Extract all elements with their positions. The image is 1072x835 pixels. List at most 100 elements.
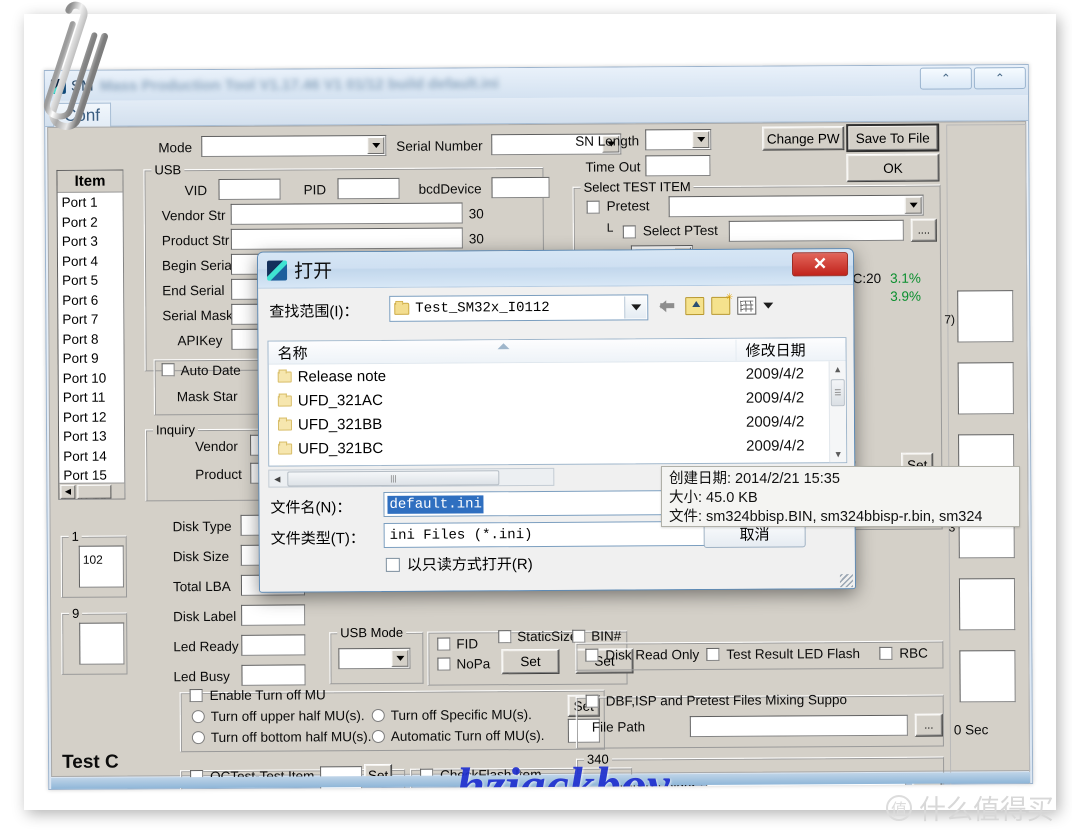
pid-field[interactable] — [337, 177, 400, 200]
staticsize-set-button[interactable]: Set — [501, 648, 560, 675]
time-out-field[interactable] — [645, 154, 711, 177]
select-ptest-browse-button[interactable]: .... — [910, 218, 937, 242]
marker-9-field[interactable] — [79, 622, 125, 665]
port-list-item[interactable]: Port 8 — [58, 329, 123, 349]
select-ptest-checkbox[interactable] — [622, 225, 636, 239]
port-list-item[interactable]: Port 2 — [58, 212, 123, 232]
file-list-row[interactable]: UFD_321BC 2009/4/2 — [269, 433, 829, 460]
port-list-item[interactable]: Port 1 — [58, 193, 123, 213]
port-list-item[interactable]: Port 11 — [59, 388, 124, 408]
resize-grip[interactable] — [839, 574, 853, 588]
port-list-item[interactable]: Port 6 — [58, 290, 123, 310]
mode-combo[interactable] — [201, 134, 387, 158]
sn-length-combo[interactable] — [645, 128, 712, 151]
product-str-field[interactable] — [230, 227, 463, 250]
port-list-item[interactable]: Port 5 — [58, 271, 123, 291]
enable-turnoff-mu-checkbox[interactable] — [189, 689, 203, 703]
nopa-checkbox[interactable] — [437, 657, 451, 671]
auto-date-checkbox[interactable] — [161, 363, 175, 377]
radio-turnoff-upper[interactable] — [191, 710, 205, 724]
chevron-down-icon[interactable] — [391, 649, 409, 667]
tab-config[interactable]: Conf — [53, 102, 112, 127]
radio-from-dbf[interactable] — [422, 788, 436, 791]
change-pw-button[interactable]: Change PW — [762, 126, 845, 151]
radio-turnoff-specific[interactable] — [371, 708, 385, 723]
test-result-led-flash-checkbox[interactable] — [706, 647, 720, 661]
vid-field[interactable] — [218, 178, 281, 200]
file-list-vscrollbar[interactable]: ▲ ☰ ▼ — [828, 361, 847, 463]
views-icon[interactable] — [737, 296, 757, 315]
back-arrow-icon[interactable] — [659, 297, 678, 315]
file-path-browse-button[interactable]: ... — [914, 713, 943, 737]
file-list-hscrollbar[interactable]: ◀ ||| — [268, 467, 555, 488]
pretest-combo[interactable] — [668, 194, 924, 218]
fid-checkbox[interactable] — [437, 637, 451, 651]
right-panel-field-1[interactable] — [957, 290, 1014, 343]
column-header-date[interactable]: 修改日期 — [736, 339, 805, 360]
port-list-item[interactable]: Port 14 — [59, 446, 124, 466]
pretest-checkbox[interactable] — [586, 200, 600, 214]
chevron-down-icon[interactable] — [624, 296, 647, 319]
hscroll-thumb[interactable]: ||| — [287, 469, 500, 487]
usb-mode-combo[interactable] — [338, 647, 411, 670]
staticsize-label: StaticSize — [517, 628, 578, 645]
port-list-item[interactable]: Port 10 — [59, 368, 124, 388]
chevron-down-icon[interactable] — [692, 130, 710, 149]
port-list-item[interactable]: Port 13 — [59, 427, 124, 447]
file-list-row[interactable]: UFD_321BB 2009/4/2 — [269, 409, 829, 436]
file-list-row[interactable]: UFD_321AC 2009/4/2 — [269, 385, 829, 412]
readonly-row[interactable]: 以只读方式打开(R) — [385, 553, 533, 575]
file-list-row[interactable]: Release note 2009/4/2 — [269, 361, 829, 388]
vscroll-thumb[interactable]: ☰ — [830, 379, 845, 407]
staticsize-checkbox[interactable] — [498, 630, 512, 644]
scroll-up-icon[interactable]: ▲ — [830, 361, 846, 377]
file-path-field[interactable] — [689, 714, 908, 738]
close-icon[interactable]: ✕ — [791, 252, 849, 277]
readonly-checkbox[interactable] — [385, 557, 400, 572]
chevron-down-icon[interactable] — [904, 196, 922, 214]
ok-button[interactable]: OK — [846, 153, 940, 183]
folder-icon — [277, 395, 292, 407]
radio-turnoff-auto[interactable] — [371, 729, 385, 744]
minimize-button[interactable]: ⌃ — [919, 67, 972, 90]
port-list-item[interactable]: Port 12 — [59, 407, 124, 427]
end-serial-label: End Serial — [162, 282, 225, 299]
file-list[interactable]: 名称 修改日期 Release note 2009/4/2 UFD_321AC 200… — [267, 337, 848, 467]
bin-checkbox[interactable] — [572, 629, 586, 643]
folder-icon — [277, 371, 292, 383]
port-list-item[interactable]: Port 4 — [58, 251, 123, 271]
scroll-left-icon[interactable]: ◀ — [60, 484, 76, 499]
save-to-file-button[interactable]: Save To File — [846, 123, 940, 153]
right-panel-field-2[interactable] — [957, 362, 1014, 415]
disk-label-field[interactable] — [241, 604, 306, 626]
port-list-items[interactable]: Port 1 Port 2 Port 3 Port 4 Port 5 Port 6 Port… — [58, 193, 125, 500]
chevron-down-icon[interactable] — [367, 136, 385, 155]
look-in-combo[interactable]: Test_SM32x_I0112 — [389, 294, 649, 322]
dbf-mixing-checkbox[interactable] — [585, 694, 599, 708]
disk-read-only-checkbox[interactable] — [585, 648, 599, 662]
dialog-title-bar: 打开 ✕ — [257, 249, 854, 289]
file-list-rows[interactable]: Release note 2009/4/2 UFD_321AC 2009/4/2 UFD… — [269, 361, 830, 466]
port-list[interactable]: Item Port 1 Port 2 Port 3 Port 4 Port 5 Port … — [56, 169, 126, 500]
port-list-item[interactable]: Port 3 — [58, 232, 123, 252]
led-ready-field[interactable] — [241, 634, 306, 656]
port-list-item[interactable]: Port 9 — [59, 349, 124, 369]
right-panel-field-6[interactable] — [959, 650, 1016, 703]
radio-turnoff-bottom[interactable] — [191, 731, 205, 745]
right-panel-field-5[interactable] — [958, 578, 1016, 631]
port-list-item[interactable]: Port 7 — [58, 310, 123, 330]
scroll-left-icon[interactable]: ◀ — [269, 471, 285, 487]
slc-percent-2: 3.9% — [890, 288, 922, 304]
scroll-thumb[interactable] — [77, 484, 112, 499]
led-busy-field[interactable] — [241, 664, 306, 686]
new-folder-icon[interactable] — [711, 296, 731, 315]
scroll-down-icon[interactable]: ▼ — [830, 446, 846, 462]
rbc-checkbox[interactable] — [879, 646, 893, 660]
port-list-hscrollbar[interactable]: ◀ — [59, 482, 125, 499]
vendor-str-field[interactable] — [230, 202, 463, 225]
up-folder-icon[interactable] — [685, 296, 705, 316]
select-ptest-field[interactable] — [728, 219, 904, 242]
chevron-down-icon[interactable] — [763, 302, 774, 309]
maximize-button[interactable]: ⌃ — [973, 67, 1026, 90]
bcddevice-field[interactable] — [491, 176, 550, 199]
